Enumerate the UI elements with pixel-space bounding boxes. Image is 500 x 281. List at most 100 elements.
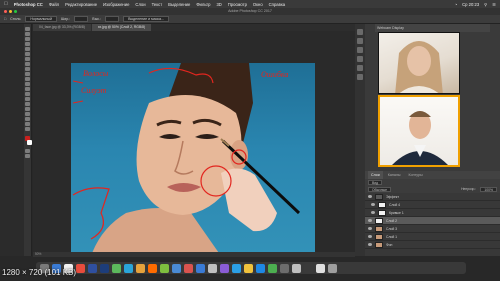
layer-row[interactable]: Эффект — [365, 193, 500, 201]
menu-select[interactable]: Выделение — [168, 2, 190, 7]
menu-help[interactable]: Справка — [269, 2, 285, 7]
dock-app-icon[interactable] — [244, 263, 253, 273]
properties-panel-icon[interactable] — [357, 38, 363, 44]
dock-app-icon[interactable] — [196, 263, 205, 273]
eye-icon[interactable] — [371, 211, 375, 214]
clock[interactable]: Ср 20:23 — [462, 2, 479, 7]
marquee-tool-icon[interactable] — [25, 32, 30, 36]
eye-icon[interactable] — [368, 227, 372, 230]
background-color-swatch[interactable] — [26, 140, 32, 145]
dock-app-icon[interactable] — [268, 263, 277, 273]
dock-app-icon[interactable] — [136, 263, 145, 273]
zoom-window-button[interactable] — [14, 10, 17, 13]
eye-icon[interactable] — [368, 235, 372, 238]
menu-layer[interactable]: Слои — [135, 2, 145, 7]
menu-app-name[interactable]: Photoshop CC — [14, 2, 43, 7]
menu-list-icon[interactable]: ☰ — [492, 2, 496, 7]
zoom-level[interactable]: 50% — [35, 252, 41, 256]
wifi-icon[interactable]: ◔ — [455, 2, 458, 7]
dock-app-icon[interactable] — [328, 263, 337, 273]
history-brush-tool-icon[interactable] — [25, 72, 30, 76]
dock-app-icon[interactable] — [124, 263, 133, 273]
menu-view[interactable]: Просмотр — [228, 2, 247, 7]
swatches-panel-icon[interactable] — [357, 65, 363, 71]
eye-icon[interactable] — [371, 203, 375, 206]
dock-app-icon[interactable] — [316, 263, 325, 273]
canvas-area[interactable]: Волосы Ошибка Силуэт — [33, 31, 355, 252]
pen-tool-icon[interactable] — [25, 97, 30, 101]
eyedropper-tool-icon[interactable] — [25, 52, 30, 56]
eraser-tool-icon[interactable] — [25, 77, 30, 81]
tab-channels[interactable]: Каналы — [385, 171, 404, 179]
path-select-tool-icon[interactable] — [25, 107, 30, 111]
adjustments-panel-icon[interactable] — [357, 47, 363, 53]
close-window-button[interactable] — [4, 10, 7, 13]
layer-row[interactable]: Слой 4 — [365, 201, 500, 209]
height-field[interactable] — [105, 16, 120, 22]
layer-row[interactable]: Фон — [365, 241, 500, 249]
layer-row[interactable]: Слой 1 — [365, 233, 500, 241]
clone-stamp-tool-icon[interactable] — [25, 67, 30, 71]
dock-app-icon[interactable] — [148, 263, 157, 273]
tab-paths[interactable]: Контуры — [406, 171, 426, 179]
screen-mode-icon[interactable] — [25, 154, 30, 158]
dock-app-icon[interactable] — [256, 263, 265, 273]
menu-type[interactable]: Текст — [152, 2, 163, 7]
dock-app-icon[interactable] — [88, 263, 97, 273]
lasso-tool-icon[interactable] — [25, 37, 30, 41]
eye-icon[interactable] — [368, 219, 372, 222]
layer-kind-filter[interactable]: Вид — [368, 180, 383, 185]
brush-panel-icon[interactable] — [357, 74, 363, 80]
menu-3d[interactable]: 3D — [216, 2, 221, 7]
history-panel-icon[interactable] — [357, 29, 363, 35]
gradient-tool-icon[interactable] — [25, 82, 30, 86]
dock-app-icon[interactable] — [100, 263, 109, 273]
dock-app-icon[interactable] — [304, 263, 313, 273]
dock-app-icon[interactable] — [280, 263, 289, 273]
move-tool-icon[interactable] — [25, 27, 30, 31]
search-icon[interactable]: ⚲ — [484, 2, 487, 7]
menu-file[interactable]: Файл — [49, 2, 59, 7]
dock-app-icon[interactable] — [112, 263, 121, 273]
hand-tool-icon[interactable] — [25, 117, 30, 121]
dock-app-icon[interactable] — [160, 263, 169, 273]
crop-tool-icon[interactable] — [25, 47, 30, 51]
document-canvas[interactable]: Волосы Ошибка Силуэт — [71, 63, 315, 252]
menu-filter[interactable]: Фильтр — [196, 2, 210, 7]
tab-document-2[interactable]: xx.jpg @ 50% (Слой 2, RGB/8) — [91, 24, 152, 31]
tab-layers[interactable]: Слои — [368, 171, 383, 179]
tab-document-1[interactable]: 04_face.jpg @ 33,3% (RGB/8) — [33, 24, 91, 31]
style-select[interactable]: Нормальный — [25, 16, 57, 22]
menu-image[interactable]: Изображение — [103, 2, 129, 7]
opacity-field[interactable]: 100% — [480, 187, 497, 192]
dock-app-icon[interactable] — [172, 263, 181, 273]
dock-app-icon[interactable] — [232, 263, 241, 273]
eye-icon[interactable] — [368, 243, 372, 246]
width-field[interactable] — [74, 16, 89, 22]
dodge-tool-icon[interactable] — [25, 92, 30, 96]
dock-app-icon[interactable] — [184, 263, 193, 273]
more-tools-icon[interactable] — [25, 127, 30, 131]
quick-mask-icon[interactable] — [25, 149, 30, 153]
minimize-window-button[interactable] — [9, 10, 12, 13]
eye-icon[interactable] — [368, 195, 372, 198]
layer-row[interactable]: Слой 2 — [365, 217, 500, 225]
layer-row[interactable]: Кривые 1 — [365, 209, 500, 217]
color-panel-icon[interactable] — [357, 56, 363, 62]
apple-icon[interactable]:  — [4, 1, 8, 7]
marquee-tool-icon[interactable]: □ — [4, 17, 6, 21]
dock-app-icon[interactable] — [208, 263, 217, 273]
dock-app-icon[interactable] — [292, 263, 301, 273]
dock-app-icon[interactable] — [220, 263, 229, 273]
menu-edit[interactable]: Редактирование — [65, 2, 97, 7]
shape-tool-icon[interactable] — [25, 112, 30, 116]
healing-brush-tool-icon[interactable] — [25, 57, 30, 61]
blend-mode-select[interactable]: Обычные — [368, 187, 391, 192]
refine-edge-button[interactable]: Выделение и маска... — [123, 16, 170, 22]
type-tool-icon[interactable] — [25, 102, 30, 106]
quick-select-tool-icon[interactable] — [25, 42, 30, 46]
layer-row[interactable]: Слой 3 — [365, 225, 500, 233]
zoom-tool-icon[interactable] — [25, 122, 30, 126]
brush-tool-icon[interactable] — [25, 62, 30, 66]
blur-tool-icon[interactable] — [25, 87, 30, 91]
